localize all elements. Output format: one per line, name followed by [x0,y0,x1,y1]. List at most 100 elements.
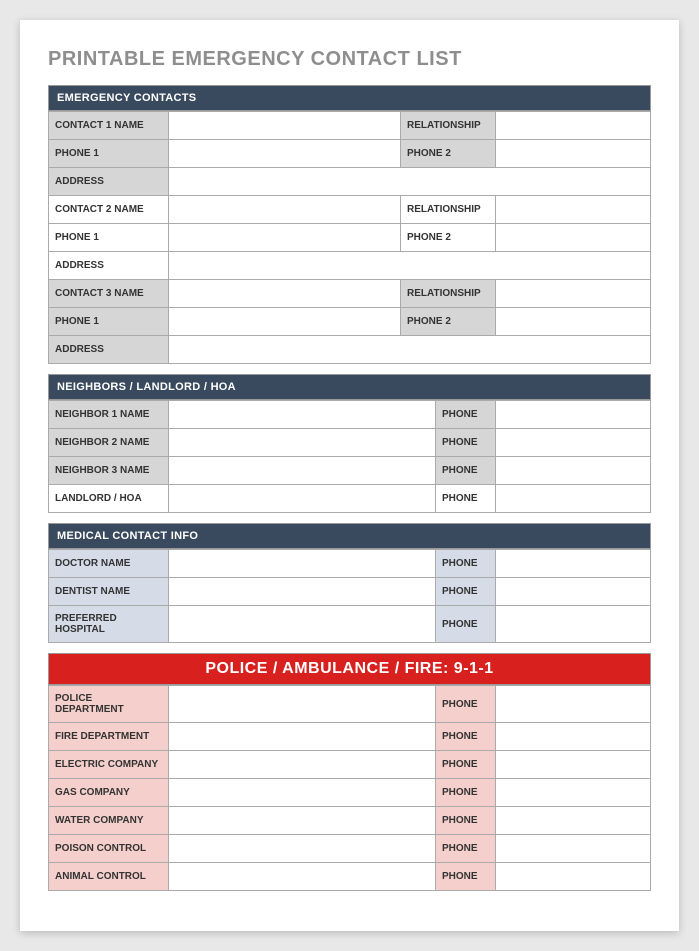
value-water-phone[interactable] [496,807,651,835]
value-poison-phone[interactable] [496,835,651,863]
label-phone: PHONE [436,723,496,751]
value-address[interactable] [169,336,651,364]
value-phone1[interactable] [169,140,401,168]
value-hospital-phone[interactable] [496,606,651,643]
label-phone: PHONE [436,485,496,513]
value-landlord-phone[interactable] [496,485,651,513]
table-row: NEIGHBOR 3 NAME PHONE [49,457,651,485]
label-relationship: RELATIONSHIP [401,112,496,140]
label-address: ADDRESS [49,252,169,280]
label-neighbor: NEIGHBOR 3 NAME [49,457,169,485]
table-row: FIRE DEPARTMENT PHONE [49,723,651,751]
table-row: ADDRESS [49,252,651,280]
label-phone1: PHONE 1 [49,224,169,252]
value-doctor-phone[interactable] [496,550,651,578]
label-address: ADDRESS [49,168,169,196]
label-relationship: RELATIONSHIP [401,280,496,308]
label-contact-name: CONTACT 2 NAME [49,196,169,224]
document-page: PRINTABLE EMERGENCY CONTACT LIST EMERGEN… [20,20,679,931]
value-gas-phone[interactable] [496,779,651,807]
table-row: ADDRESS [49,336,651,364]
value-relationship[interactable] [496,280,651,308]
label-phone: PHONE [436,835,496,863]
value-contact-name[interactable] [169,196,401,224]
label-neighbor: NEIGHBOR 1 NAME [49,401,169,429]
page-title: PRINTABLE EMERGENCY CONTACT LIST [48,48,651,71]
table-row: CONTACT 3 NAME RELATIONSHIP [49,280,651,308]
table-emergency: CONTACT 1 NAME RELATIONSHIP PHONE 1 PHON… [48,111,651,364]
label-hospital: PREFERRED HOSPITAL [49,606,169,643]
value-landlord-name[interactable] [169,485,436,513]
value-police-phone[interactable] [496,686,651,723]
table-row: NEIGHBOR 1 NAME PHONE [49,401,651,429]
label-contact-name: CONTACT 3 NAME [49,280,169,308]
table-row: DENTIST NAME PHONE [49,578,651,606]
label-phone: PHONE [436,578,496,606]
table-row: ELECTRIC COMPANY PHONE [49,751,651,779]
table-row: PREFERRED HOSPITAL PHONE [49,606,651,643]
section-header-neighbors: NEIGHBORS / LANDLORD / HOA [48,374,651,400]
label-electric: ELECTRIC COMPANY [49,751,169,779]
table-row: POISON CONTROL PHONE [49,835,651,863]
value-electric-name[interactable] [169,751,436,779]
value-relationship[interactable] [496,196,651,224]
value-dentist-phone[interactable] [496,578,651,606]
value-poison-name[interactable] [169,835,436,863]
value-contact-name[interactable] [169,280,401,308]
label-phone: PHONE [436,686,496,723]
table-911: POLICE DEPARTMENT PHONE FIRE DEPARTMENT … [48,685,651,891]
label-address: ADDRESS [49,336,169,364]
table-row: ADDRESS [49,168,651,196]
table-row: PHONE 1 PHONE 2 [49,308,651,336]
label-animal: ANIMAL CONTROL [49,863,169,891]
label-contact-name: CONTACT 1 NAME [49,112,169,140]
table-neighbors: NEIGHBOR 1 NAME PHONE NEIGHBOR 2 NAME PH… [48,400,651,513]
value-electric-phone[interactable] [496,751,651,779]
label-phone1: PHONE 1 [49,308,169,336]
value-animal-name[interactable] [169,863,436,891]
label-phone1: PHONE 1 [49,140,169,168]
value-neighbor-name[interactable] [169,457,436,485]
label-poison: POISON CONTROL [49,835,169,863]
table-row: CONTACT 2 NAME RELATIONSHIP [49,196,651,224]
table-row: DOCTOR NAME PHONE [49,550,651,578]
label-phone: PHONE [436,779,496,807]
value-dentist-name[interactable] [169,578,436,606]
label-phone: PHONE [436,401,496,429]
value-address[interactable] [169,252,651,280]
label-police: POLICE DEPARTMENT [49,686,169,723]
label-phone: PHONE [436,863,496,891]
section-header-911: POLICE / AMBULANCE / FIRE: 9-1-1 [48,653,651,685]
value-phone2[interactable] [496,140,651,168]
table-row: ANIMAL CONTROL PHONE [49,863,651,891]
value-contact-name[interactable] [169,112,401,140]
value-animal-phone[interactable] [496,863,651,891]
label-phone2: PHONE 2 [401,140,496,168]
value-fire-phone[interactable] [496,723,651,751]
value-gas-name[interactable] [169,779,436,807]
value-relationship[interactable] [496,112,651,140]
table-row: CONTACT 1 NAME RELATIONSHIP [49,112,651,140]
table-row: PHONE 1 PHONE 2 [49,140,651,168]
label-landlord: LANDLORD / HOA [49,485,169,513]
value-phone1[interactable] [169,224,401,252]
label-dentist: DENTIST NAME [49,578,169,606]
value-hospital-name[interactable] [169,606,436,643]
value-phone1[interactable] [169,308,401,336]
value-doctor-name[interactable] [169,550,436,578]
value-phone2[interactable] [496,224,651,252]
value-neighbor-name[interactable] [169,401,436,429]
value-police-name[interactable] [169,686,436,723]
value-neighbor-phone[interactable] [496,457,651,485]
value-phone2[interactable] [496,308,651,336]
value-water-name[interactable] [169,807,436,835]
value-neighbor-phone[interactable] [496,429,651,457]
label-phone: PHONE [436,807,496,835]
value-fire-name[interactable] [169,723,436,751]
label-fire: FIRE DEPARTMENT [49,723,169,751]
label-phone: PHONE [436,457,496,485]
value-address[interactable] [169,168,651,196]
value-neighbor-name[interactable] [169,429,436,457]
table-row: WATER COMPANY PHONE [49,807,651,835]
value-neighbor-phone[interactable] [496,401,651,429]
